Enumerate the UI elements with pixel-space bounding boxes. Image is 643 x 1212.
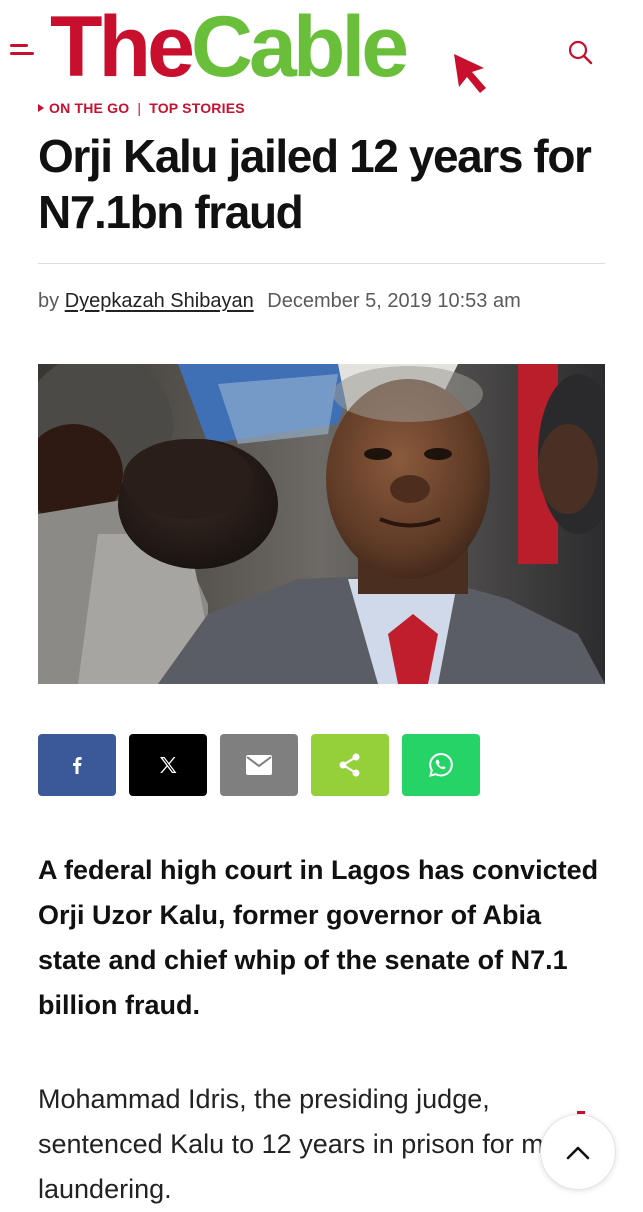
article-meta: by Dyepkazah Shibayan December 5, 2019 1… — [38, 290, 521, 313]
author-link[interactable]: Dyepkazah Shibayan — [65, 290, 254, 312]
article-title: Orji Kalu jailed 12 years for N7.1bn fra… — [38, 130, 592, 238]
whatsapp-share-button[interactable] — [402, 734, 480, 796]
facebook-share-button[interactable] — [38, 734, 116, 796]
search-icon[interactable] — [566, 38, 594, 66]
article-photo — [38, 364, 605, 684]
hamburger-menu-icon[interactable] — [6, 38, 40, 64]
generic-share-button[interactable] — [311, 734, 389, 796]
title-divider — [38, 263, 605, 264]
article-paragraph: Mohammad Idris, the presiding judge, sen… — [38, 1084, 603, 1204]
triangle-bullet-icon — [38, 104, 44, 112]
cursor-arrow-icon — [454, 54, 486, 93]
scroll-progress-accent — [577, 1111, 585, 1114]
share-icon — [339, 753, 360, 777]
category-separator: | — [137, 100, 142, 116]
category-link-top-stories[interactable]: TOP STORIES — [149, 100, 245, 116]
share-buttons — [38, 734, 480, 796]
logo-the-text: The — [50, 0, 195, 95]
chevron-up-icon — [566, 1146, 590, 1160]
email-share-button[interactable] — [220, 734, 298, 796]
x-share-button[interactable] — [129, 734, 207, 796]
site-logo[interactable]: TheCable — [50, 0, 500, 95]
byline-prefix: by — [38, 290, 60, 312]
scroll-to-top-button[interactable] — [540, 1111, 616, 1190]
whatsapp-icon — [429, 752, 453, 777]
x-icon — [160, 757, 177, 773]
email-icon — [246, 755, 272, 775]
category-breadcrumb: ON THE GO | TOP STORIES — [38, 99, 245, 117]
logo-cable-text: Cable — [190, 0, 409, 95]
site-header: TheCable — [0, 0, 643, 95]
category-link-on-the-go[interactable]: ON THE GO — [49, 100, 129, 116]
article-lead: A federal high court in Lagos has convic… — [38, 855, 599, 1020]
publish-date: December 5, 2019 10:53 am — [267, 290, 521, 312]
facebook-icon — [73, 757, 82, 774]
